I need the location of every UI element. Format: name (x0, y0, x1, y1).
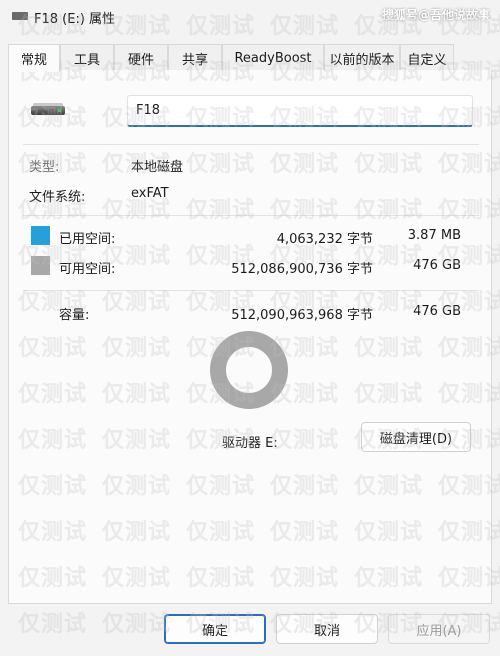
window-title: F18 (E:) 属性 (34, 12, 116, 27)
disk-usage-ring (209, 330, 289, 410)
free-space-label: 可用空间: (59, 262, 116, 277)
drive-letter-label: 驱动器 E: (222, 436, 278, 451)
tab-tools[interactable]: 工具 (60, 44, 114, 71)
filesystem-value: exFAT (131, 186, 169, 201)
ok-button[interactable]: 确定 (164, 614, 266, 644)
cancel-button[interactable]: 取消 (276, 614, 378, 644)
free-space-arc (210, 331, 288, 409)
capacity-size: 476 GB (413, 304, 461, 319)
title-bar: F18 (E:) 属性 搜狐号@吾他说故事 (0, 0, 500, 34)
tab-customize[interactable]: 自定义 (400, 44, 454, 71)
type-value: 本地磁盘 (131, 160, 184, 175)
used-space-swatch (31, 226, 50, 245)
divider (23, 144, 479, 145)
corner-watermark: 搜狐号@吾他说故事 (381, 8, 490, 22)
capacity-label: 容量: (59, 308, 90, 323)
free-space-bytes: 512,086,900,736 字节 (231, 262, 373, 277)
tab-readyboost[interactable]: ReadyBoost (222, 44, 324, 71)
drive-icon (12, 12, 28, 20)
apply-button[interactable]: 应用(A) (388, 614, 490, 644)
used-space-size: 3.87 MB (407, 228, 461, 243)
capacity-bytes: 512,090,963,968 字节 (231, 308, 373, 323)
type-label: 类型: (29, 160, 60, 175)
filesystem-label: 文件系统: (29, 190, 86, 205)
divider (23, 290, 479, 291)
watermark-text: 仅测试 (18, 612, 88, 637)
used-space-bytes: 4,063,232 字节 (276, 232, 373, 247)
tab-sharing[interactable]: 共享 (168, 44, 222, 71)
tab-bar: 常规 工具 硬件 共享 ReadyBoost 以前的版本 自定义 (8, 44, 492, 72)
used-space-label: 已用空间: (59, 232, 116, 247)
disk-cleanup-button[interactable]: 磁盘清理(D) (361, 422, 471, 452)
tab-previous-versions[interactable]: 以前的版本 (324, 44, 400, 71)
tab-hardware[interactable]: 硬件 (114, 44, 168, 71)
hard-drive-icon (31, 103, 65, 115)
tab-general[interactable]: 常规 (8, 44, 60, 72)
free-space-size: 476 GB (413, 258, 461, 273)
general-panel: 类型: 本地磁盘 文件系统: exFAT 已用空间: 4,063,232 字节 … (8, 70, 492, 604)
drive-name-input[interactable] (127, 95, 473, 127)
free-space-swatch (31, 256, 50, 275)
divider (23, 215, 479, 216)
watermark-text: 仅测试 (102, 612, 172, 637)
